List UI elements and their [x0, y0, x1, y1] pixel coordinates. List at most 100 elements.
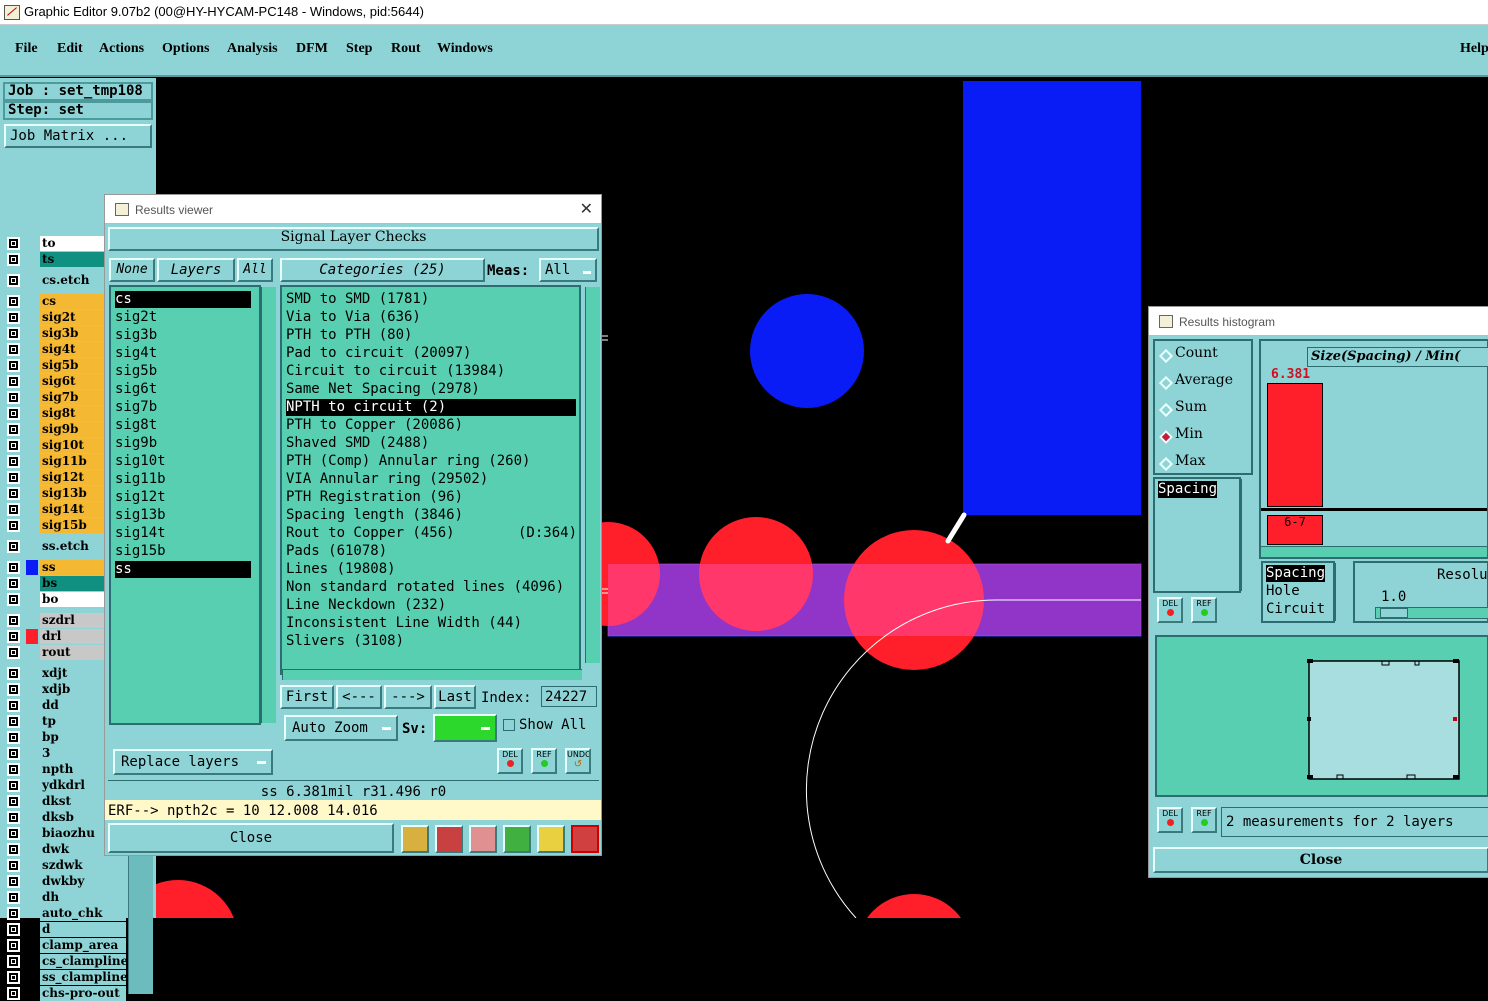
- list-item[interactable]: sig10t: [115, 453, 251, 470]
- list-item[interactable]: Circuit: [1266, 601, 1325, 618]
- layer-checkbox[interactable]: [7, 237, 20, 250]
- layer-checkbox[interactable]: [7, 295, 20, 308]
- menu-help[interactable]: Help: [1460, 41, 1488, 57]
- layer-checkbox[interactable]: [7, 503, 20, 516]
- resolution-slider[interactable]: [1375, 607, 1488, 619]
- list-item[interactable]: Spacing: [1266, 565, 1326, 582]
- layer-checkbox[interactable]: [7, 667, 20, 680]
- layout-preview[interactable]: [1155, 635, 1488, 797]
- list-item[interactable]: sig4t: [115, 345, 251, 362]
- index-field[interactable]: 24227: [541, 686, 597, 707]
- layer-checkbox[interactable]: [7, 423, 20, 436]
- layer-name[interactable]: ss_clampline: [40, 970, 126, 985]
- hist-del2-button[interactable]: DEL: [1157, 807, 1183, 833]
- layer-name[interactable]: dwkby: [40, 874, 126, 889]
- layer-checkbox[interactable]: [7, 987, 20, 1000]
- radio-min[interactable]: [1158, 429, 1174, 445]
- layers-button[interactable]: Layers: [157, 258, 235, 282]
- layer-row[interactable]: clamp_area: [4, 938, 126, 953]
- layer-checkbox[interactable]: [7, 614, 20, 627]
- layer-checkbox[interactable]: [7, 487, 20, 500]
- radio-average[interactable]: [1158, 375, 1174, 391]
- sv-color-select[interactable]: [433, 714, 497, 742]
- step-icon[interactable]: [503, 825, 531, 853]
- radio-max[interactable]: [1158, 456, 1174, 472]
- del-button[interactable]: DEL: [497, 748, 523, 774]
- layer-checkbox[interactable]: [7, 593, 20, 606]
- list-item[interactable]: sig11b: [115, 471, 251, 488]
- meas-select[interactable]: All: [539, 258, 597, 282]
- layer-checkbox[interactable]: [7, 253, 20, 266]
- none-button[interactable]: None: [109, 258, 155, 282]
- layer-checkbox[interactable]: [7, 274, 20, 287]
- close-button[interactable]: Close: [108, 823, 394, 853]
- layer-name[interactable]: d: [40, 922, 126, 937]
- prev-button[interactable]: <---: [336, 685, 382, 709]
- histogram-layer-list[interactable]: Spacing: [1153, 477, 1241, 593]
- erf-icon[interactable]: [469, 825, 497, 853]
- list-item[interactable]: sig13b: [115, 507, 251, 524]
- radio-sum[interactable]: [1158, 402, 1174, 418]
- radio-count[interactable]: [1158, 348, 1174, 364]
- replace-layers-select[interactable]: Replace layers: [113, 749, 273, 775]
- layer-checkbox[interactable]: [7, 519, 20, 532]
- layer-checkbox[interactable]: [7, 699, 20, 712]
- list-item[interactable]: sig14t: [115, 525, 251, 542]
- first-button[interactable]: First: [280, 685, 334, 709]
- undo-button[interactable]: UNDO ↺: [565, 748, 591, 774]
- show-all-checkbox[interactable]: [503, 719, 515, 731]
- list-item[interactable]: sig12t: [115, 489, 251, 506]
- menu-rout[interactable]: Rout: [391, 41, 421, 57]
- category-item[interactable]: PTH to Copper (20086): [286, 417, 463, 434]
- list-item[interactable]: sig2t: [115, 309, 251, 326]
- layer-row[interactable]: dwkby: [4, 874, 126, 889]
- list-item[interactable]: Hole: [1266, 583, 1300, 600]
- list-item[interactable]: sig3b: [115, 327, 251, 344]
- layer-row[interactable]: d: [4, 922, 126, 937]
- layer-row[interactable]: szdwk: [4, 858, 126, 873]
- menu-windows[interactable]: Windows: [437, 41, 493, 57]
- close-icon[interactable]: ✕: [580, 199, 593, 218]
- category-item[interactable]: Via to Via (636): [286, 309, 421, 326]
- layer-checkbox[interactable]: [7, 843, 20, 856]
- category-item[interactable]: Shaved SMD (2488): [286, 435, 429, 452]
- layer-checkbox[interactable]: [7, 971, 20, 984]
- layer-name[interactable]: clamp_area: [40, 938, 126, 953]
- layer-checkbox[interactable]: [7, 731, 20, 744]
- all-layers-button[interactable]: All: [237, 258, 273, 282]
- histogram-bar[interactable]: [1267, 383, 1323, 507]
- layer-checkbox[interactable]: [7, 747, 20, 760]
- layer-row[interactable]: dh: [4, 890, 126, 905]
- menu-options[interactable]: Options: [162, 41, 209, 57]
- histogram-icon[interactable]: [571, 825, 599, 853]
- layer-results-list[interactable]: cs sig2t sig3b sig4t sig5b sig6t sig7b sig8t sig…: [109, 285, 261, 725]
- layer-checkbox[interactable]: [7, 561, 20, 574]
- category-item[interactable]: PTH to PTH (80): [286, 327, 412, 344]
- menu-actions[interactable]: Actions: [99, 41, 144, 57]
- layer-checkbox[interactable]: [7, 923, 20, 936]
- histogram-list-scrollbar[interactable]: [1241, 479, 1254, 591]
- category-item[interactable]: PTH Registration (96): [286, 489, 463, 506]
- category-item[interactable]: Rout to Copper (456): [286, 525, 455, 542]
- slider-handle[interactable]: [1380, 608, 1408, 618]
- layer-checkbox[interactable]: [7, 327, 20, 340]
- last-button[interactable]: Last: [434, 685, 476, 709]
- layer-checkbox[interactable]: [7, 343, 20, 356]
- menu-file[interactable]: File: [15, 41, 38, 57]
- layer-checkbox[interactable]: [7, 577, 20, 590]
- chart-hscrollbar[interactable]: [1261, 546, 1487, 557]
- layer-name[interactable]: dh: [40, 890, 126, 905]
- histogram-close-button[interactable]: Close: [1153, 847, 1488, 873]
- category-item[interactable]: SMD to SMD (1781): [286, 291, 429, 308]
- next-button[interactable]: --->: [384, 685, 432, 709]
- category-list[interactable]: SMD to SMD (1781) Via to Via (636) PTH to …: [280, 285, 581, 675]
- layer-checkbox[interactable]: [7, 827, 20, 840]
- notes-icon[interactable]: [537, 825, 565, 853]
- auto-zoom-select[interactable]: Auto Zoom: [284, 715, 398, 741]
- list-item[interactable]: cs: [115, 291, 251, 308]
- layer-checkbox[interactable]: [7, 715, 20, 728]
- list-item[interactable]: ss: [115, 561, 251, 578]
- menu-dfm[interactable]: DFM: [296, 41, 328, 57]
- layer-checkbox[interactable]: [7, 875, 20, 888]
- category-item[interactable]: Lines (19808): [286, 561, 396, 578]
